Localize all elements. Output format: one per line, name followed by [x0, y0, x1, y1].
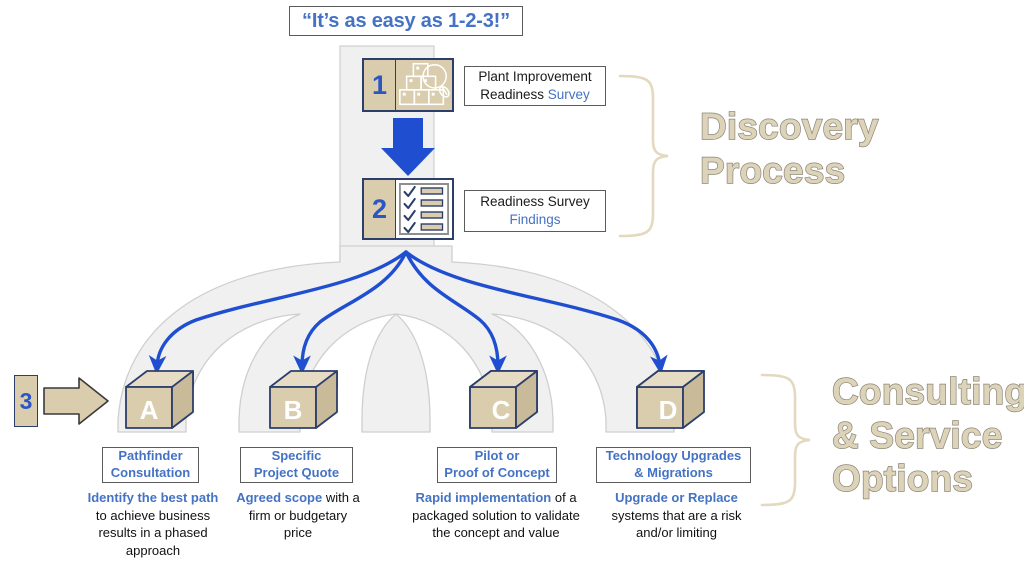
step-2-tile: 2 [362, 178, 454, 240]
option-b-label-line2: Project Quote [253, 465, 340, 480]
brace-consulting [760, 373, 811, 507]
fan-arch-shape [117, 245, 675, 433]
brace-discovery [618, 74, 669, 238]
option-c-label-line2: Proof of Concept [444, 465, 550, 480]
option-a-desc-lead: Identify the best path [87, 490, 219, 505]
option-b-label-line1: Specific [271, 448, 322, 464]
title-text: “It’s as easy as 1-2-3!” [302, 9, 510, 32]
option-d-description: Upgrade or Replace systems that are a ri… [604, 489, 749, 542]
step-1-tile: 1 [362, 58, 454, 112]
option-c-label-box: Pilot or Proof of Concept [437, 447, 557, 483]
option-a-description: Identify the best path to achieve busine… [83, 489, 223, 559]
option-a-desc-rest: to achieve business results in a phased … [95, 507, 211, 558]
option-a-label-line1: Pathfinder [118, 448, 183, 464]
step-1-label-line1: Plant Improvement [478, 69, 592, 85]
option-b-desc-lead: Agreed scope [236, 490, 323, 505]
title-banner: “It’s as easy as 1-2-3!” [289, 6, 523, 36]
heading-discovery-process: Discovery Process [699, 105, 879, 191]
option-a-label-box: Pathfinder Consultation [102, 447, 199, 483]
option-b-label-box: Specific Project Quote [240, 447, 353, 483]
checklist-icon [396, 180, 452, 238]
step-3-marker: 3 [14, 375, 38, 427]
step-2-label-highlight: Findings [509, 212, 561, 227]
option-d-label-line1: Technology Upgrades [605, 448, 742, 464]
option-d-label-line2: & Migrations [634, 465, 713, 480]
step-1-label-highlight: Survey [547, 87, 590, 102]
option-d-desc-lead: Upgrade or Replace [615, 490, 738, 505]
option-b-description: Agreed scope with a firm or budgetary pr… [234, 489, 362, 542]
option-c-description: Rapid implementation of a packaged solut… [405, 489, 587, 542]
option-a-label-line2: Consultation [110, 465, 191, 480]
step-1-number: 1 [364, 60, 396, 110]
step-1-label-box: Plant Improvement Readiness Survey [464, 66, 606, 106]
option-d-desc-rest: systems that are a risk and/or limiting [611, 507, 742, 541]
step-2-label-line1: Readiness Survey [480, 194, 590, 210]
boxes-magnifier-icon [396, 60, 452, 110]
option-c-desc-lead: Rapid implementation [415, 490, 552, 505]
option-d-label-box: Technology Upgrades & Migrations [596, 447, 751, 483]
step-2-label-box: Readiness Survey Findings [464, 190, 606, 232]
step-1-label-line2: Readiness [480, 87, 548, 102]
option-c-label-line1: Pilot or [474, 448, 520, 464]
step-2-number: 2 [364, 180, 396, 238]
diagram-canvas: “It’s as easy as 1-2-3!” 1 Plant Improve… [0, 0, 1024, 577]
heading-consulting-options: Consulting & Service Options [831, 370, 1024, 500]
